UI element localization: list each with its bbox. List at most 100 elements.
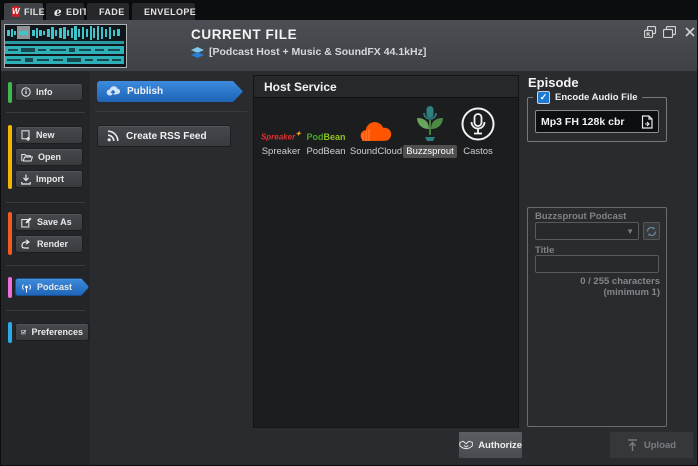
current-file-name: [Podcast Host + Music & SoundFX 44.1kHz] <box>209 46 426 58</box>
edit-icon: e <box>54 6 62 18</box>
spreaker-logo-icon: Spreaker✦ <box>261 104 301 142</box>
episode-title-input[interactable] <box>535 255 659 273</box>
refresh-podcasts-button[interactable] <box>643 222 660 240</box>
soundcloud-logo-icon <box>359 104 393 142</box>
sidebar-divider <box>6 265 85 266</box>
file-layers-icon <box>191 47 204 58</box>
tab-fade-label: FADE <box>99 7 125 17</box>
publish-button[interactable]: Publish <box>97 81 243 102</box>
accent-bar-podcast <box>8 277 12 298</box>
sidebar-item-open[interactable]: Open <box>15 148 83 166</box>
handshake-icon <box>459 439 473 451</box>
authorize-label: Authorize <box>478 440 522 451</box>
service-buzzsprout[interactable]: Buzzsprout <box>406 104 454 158</box>
podcast-dropdown-label: Buzzsprout Podcast <box>535 211 626 222</box>
sidebar-item-import[interactable]: Import <box>15 170 83 188</box>
close-window-icon[interactable] <box>682 25 698 39</box>
podcast-details-group <box>527 207 667 427</box>
audio-format-field[interactable]: Mp3 FH 128k cbr <box>535 110 659 133</box>
tab-file-label: FILE <box>24 7 45 17</box>
page-title: CURRENT FILE <box>191 27 297 42</box>
service-label-soundcloud: SoundCloud <box>347 145 405 158</box>
sidebar-item-save-as[interactable]: Save As <box>15 213 83 231</box>
service-castos[interactable]: Castos <box>454 104 502 158</box>
encode-checkbox[interactable]: ✓ <box>537 91 550 104</box>
service-label-spreaker: Spreaker <box>259 145 304 158</box>
sidebar-divider <box>6 310 85 311</box>
float-window-icon[interactable] <box>642 25 658 39</box>
menu-bar: W FILE e EDIT FADE ENVELOPE <box>1 1 698 20</box>
encode-label: Encode Audio File <box>555 92 638 103</box>
format-file-icon <box>641 115 653 129</box>
rss-icon <box>107 130 119 142</box>
audio-format-value: Mp3 FH 128k cbr <box>541 116 624 128</box>
castos-logo-icon <box>460 104 496 142</box>
publish-menu-divider <box>95 111 247 112</box>
accent-bar-info <box>8 82 12 103</box>
tab-envelope[interactable]: ENVELOPE <box>131 2 196 20</box>
wavepad-logo-icon: W <box>12 6 20 17</box>
accent-bar-file-ops <box>8 125 12 189</box>
sidebar-item-preferences[interactable]: Preferences <box>15 323 89 341</box>
create-rss-feed-button[interactable]: Create RSS Feed <box>97 125 231 147</box>
file-sidebar: Info New Open Import Save As Render <box>1 71 90 466</box>
sidebar-label-podcast: Podcast <box>37 282 72 292</box>
new-document-icon <box>21 130 31 141</box>
cloud-upload-icon <box>106 86 120 97</box>
publish-button-label: Publish <box>127 86 163 97</box>
waveform-thumbnail[interactable] <box>4 24 127 68</box>
upload-label: Upload <box>644 440 676 451</box>
tab-file[interactable]: W FILE <box>3 2 44 20</box>
service-label-buzzsprout: Buzzsprout <box>403 145 457 158</box>
render-arrow-icon <box>21 239 32 249</box>
save-as-icon <box>21 217 32 228</box>
sidebar-item-podcast[interactable]: Podcast <box>15 278 89 296</box>
preferences-check-icon <box>21 327 26 337</box>
service-podbean[interactable]: PodBean PodBean <box>302 104 350 158</box>
accent-bar-save <box>8 212 12 255</box>
create-rss-feed-label: Create RSS Feed <box>126 131 207 142</box>
encode-legend: ✓ Encode Audio File <box>533 91 642 104</box>
chevron-down-icon: ▼ <box>626 227 634 236</box>
buzzsprout-logo-icon <box>415 104 445 142</box>
host-service-panel: Host Service Spreaker✦ Spreaker PodBean … <box>253 75 519 428</box>
podcast-icon <box>21 282 32 293</box>
sidebar-label-preferences: Preferences <box>31 327 83 337</box>
sidebar-item-new[interactable]: New <box>15 126 83 144</box>
tab-fade[interactable]: FADE <box>86 2 130 20</box>
sidebar-label-info: Info <box>36 87 53 97</box>
waveform-image <box>5 25 124 65</box>
current-file-header: CURRENT FILE [Podcast Host + Music & Sou… <box>1 20 698 71</box>
sidebar-item-info[interactable]: Info <box>15 83 83 101</box>
app-window: W FILE e EDIT FADE ENVELOPE <box>0 0 698 466</box>
sidebar-divider <box>6 202 85 203</box>
sidebar-label-save-as: Save As <box>37 217 72 227</box>
open-folder-icon <box>21 153 33 162</box>
upload-icon <box>627 439 638 452</box>
service-spreaker[interactable]: Spreaker✦ Spreaker <box>257 104 305 158</box>
service-soundcloud[interactable]: SoundCloud <box>347 104 405 158</box>
tab-envelope-label: ENVELOPE <box>144 7 196 17</box>
character-counter: 0 / 255 characters (minimum 1) <box>535 276 660 298</box>
tab-edit-label: EDIT <box>66 7 88 17</box>
host-service-header: Host Service <box>254 76 518 98</box>
sidebar-item-render[interactable]: Render <box>15 235 83 253</box>
sidebar-label-render: Render <box>37 239 68 249</box>
info-icon <box>21 87 31 97</box>
sidebar-label-open: Open <box>38 152 61 162</box>
service-label-castos: Castos <box>460 145 496 158</box>
podcast-menu-column: Publish Create RSS Feed <box>90 71 253 466</box>
accent-bar-preferences <box>8 322 12 343</box>
host-service-title: Host Service <box>264 80 337 94</box>
service-label-podbean: PodBean <box>303 145 348 158</box>
podbean-logo-icon: PodBean <box>306 104 345 142</box>
sidebar-divider <box>6 112 85 113</box>
podcast-dropdown[interactable]: ▼ <box>535 222 639 240</box>
restore-window-icon[interactable] <box>661 25 677 39</box>
upload-button[interactable]: Upload <box>609 431 694 459</box>
import-download-icon <box>21 174 31 185</box>
episode-section-title: Episode <box>528 75 579 90</box>
authorize-button[interactable]: Authorize <box>458 431 523 459</box>
refresh-icon <box>646 226 657 237</box>
tab-edit[interactable]: e EDIT <box>45 2 85 20</box>
